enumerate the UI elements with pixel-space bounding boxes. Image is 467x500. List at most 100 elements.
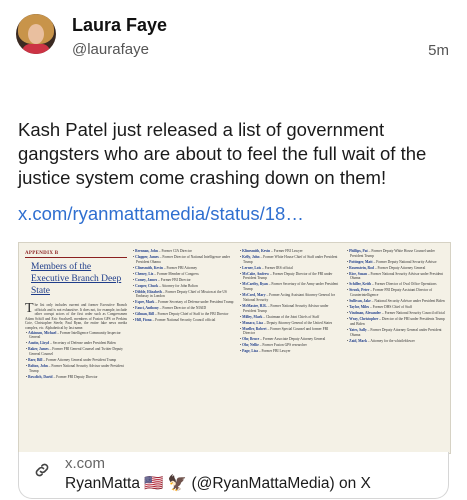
intro-dropcap: T bbox=[25, 301, 34, 316]
post-link[interactable]: x.com/ryanmattamedia/status/18… bbox=[18, 203, 304, 225]
entry-description: – Former National Security Council offic… bbox=[381, 311, 445, 316]
entry-description: – Secretary of Defense under President B… bbox=[50, 341, 116, 346]
entry-name: Austin, Lloyd bbox=[28, 341, 50, 346]
entry-name: Rosenstein, Rod bbox=[349, 265, 374, 270]
entry-name: McMaster, H.R. bbox=[242, 303, 267, 308]
entry-item: • McMaster, H.R. – Former National Secur… bbox=[240, 303, 329, 313]
entry-name: Page, Lisa bbox=[242, 349, 258, 354]
entry-item: • Fauci, Anthony – Former Director of th… bbox=[133, 306, 207, 311]
post-timestamp: 5m bbox=[428, 42, 449, 59]
entry-name: McCarthy, Ryan bbox=[242, 282, 268, 287]
entry-item: • Mueller, Robert – Former Special Couns… bbox=[240, 326, 329, 336]
entry-item: • Kelly, John – Former White House Chief… bbox=[240, 255, 338, 264]
entry-name: Wray, Christopher bbox=[349, 317, 379, 322]
document-title: Members of the Executive Branch Deep Sta… bbox=[31, 262, 122, 296]
entry-list: • Phillips, Pat – Former Deputy White Ho… bbox=[346, 249, 448, 343]
post-text: Kash Patel just released a list of gover… bbox=[18, 119, 427, 188]
entry-name: Rice, Susan bbox=[349, 271, 367, 276]
entry-name: Baker, James bbox=[28, 347, 49, 352]
entry-name: Clinesmith, Kevin bbox=[135, 265, 163, 270]
author-name[interactable]: Laura Faye bbox=[72, 15, 167, 36]
entry-item: • Clapper, James – Former Director of Na… bbox=[133, 255, 230, 264]
entry-description: – Former IRS official bbox=[261, 265, 293, 270]
entry-item: • Hill, Fiona – Former National Security… bbox=[133, 318, 216, 323]
entry-name: Taylor, Miles bbox=[349, 305, 370, 310]
entry-name: Ohr, Bruce bbox=[242, 337, 260, 342]
document-column: • Phillips, Pat – Former Deputy White Ho… bbox=[346, 249, 448, 449]
entry-name: Brennan, John bbox=[135, 249, 158, 253]
entry-item: • Zaid, Mark – Attorney for the whistleb… bbox=[347, 338, 415, 343]
entry-item: • Vindman, Alexander – Former National S… bbox=[347, 311, 445, 316]
entry-description: – Former DHS Chief of Staff bbox=[369, 305, 412, 310]
entry-description: – Former FBI Director bbox=[158, 277, 191, 282]
entry-description: – Former Director of Oval Office Operati… bbox=[371, 282, 437, 287]
entry-name: Clapper, James bbox=[135, 255, 159, 259]
entry-name: Cooper, Chuck bbox=[135, 283, 159, 288]
entry-item: • Wray, Christopher – Director of the FB… bbox=[347, 317, 445, 326]
entry-item: • Klinesmith, Kevin – Former FBI Lawyer bbox=[240, 249, 303, 253]
entry-name: Bowdich, David bbox=[28, 374, 53, 379]
entry-item: • Monaco, Lisa – Deputy Attorney General… bbox=[240, 320, 333, 325]
entry-description: – Former Attorney General under Presiden… bbox=[43, 357, 117, 362]
link-preview-card[interactable]: x.com RyanMatta 🇺🇸 🦅 (@RyanMattaMedia) o… bbox=[18, 452, 449, 499]
entry-description: – Former Secretary of Defense under Pres… bbox=[155, 300, 234, 305]
entry-item: • McCarthy, Ryan – Former Secretary of t… bbox=[240, 282, 339, 292]
entry-name: Bolton, John bbox=[28, 363, 48, 368]
entry-item: • Baker, James – Former FBI General Coun… bbox=[26, 347, 123, 356]
entry-name: Vindman, Alexander bbox=[349, 311, 381, 316]
entry-name: Lerner, Lois bbox=[242, 265, 262, 270]
entry-item: • Taylor, Miles – Former DHS Chief of St… bbox=[347, 305, 412, 310]
entry-description: – Former Director of the NIAID bbox=[159, 306, 207, 311]
link-card-title: RyanMatta 🇺🇸 🦅 (@RyanMattaMedia) on X bbox=[65, 475, 371, 492]
entry-description: – Former Deputy Attorney General bbox=[374, 265, 426, 270]
entry-item: • Austin, Lloyd – Secretary of Defense u… bbox=[26, 341, 116, 346]
document-intro: The list only includes current and forme… bbox=[25, 301, 127, 331]
entry-description: – Attorney for the whistleblower bbox=[367, 338, 415, 343]
link-card-domain: x.com bbox=[65, 455, 106, 472]
entry-name: Gilman, Bill bbox=[135, 312, 154, 317]
entry-description: – Deputy Attorney General of the United … bbox=[263, 320, 333, 325]
entry-name: Strzok, Peter bbox=[349, 288, 370, 293]
entry-item: • Rice, Susan – Former National Security… bbox=[347, 271, 443, 281]
avatar[interactable] bbox=[16, 14, 56, 54]
entry-name: Ohr, Nellie bbox=[242, 343, 259, 348]
entry-description: – Former National Security Council offic… bbox=[152, 318, 216, 323]
entry-name: Hill, Fiona bbox=[135, 318, 152, 323]
entry-item: • Lerner, Lois – Former IRS official bbox=[240, 265, 293, 270]
entry-name: Phillips, Pat bbox=[349, 249, 368, 253]
entry-description: – Former Deputy National Security Adviso… bbox=[373, 259, 437, 264]
entry-name: Atkinson, Michael bbox=[28, 330, 57, 335]
entry-description: – Former FBI Deputy Director bbox=[53, 374, 98, 379]
entry-description: – Attorney for John Bolton bbox=[159, 283, 198, 288]
entry-description: – Former Associate Deputy Attorney Gener… bbox=[260, 337, 326, 342]
entry-name: Yates, Sally bbox=[349, 327, 367, 332]
document-column: • Klinesmith, Kevin – Former FBI Lawyer •… bbox=[239, 249, 341, 449]
entry-name: Dibble, Elizabeth bbox=[135, 289, 162, 294]
entry-description: – Former FBI Lawyer bbox=[258, 349, 291, 354]
entry-name: McCabe, Andrew bbox=[242, 271, 270, 276]
entry-list: • Klinesmith, Kevin – Former FBI Lawyer •… bbox=[239, 249, 341, 354]
link-icon bbox=[35, 463, 49, 477]
embedded-image[interactable]: APPENDIX B Members of the Executive Bran… bbox=[18, 242, 451, 454]
entry-item: • Rosenstein, Rod – Former Deputy Attorn… bbox=[347, 265, 426, 270]
entry-item: • McCabe, Andrew – Former Deputy Directo… bbox=[240, 271, 333, 281]
entry-description: – Former FBI Lawyer bbox=[271, 249, 303, 253]
entry-name: Mueller, Robert bbox=[242, 326, 267, 331]
entry-list: • Brennan, John – Former CIA Director • C… bbox=[132, 249, 234, 323]
entry-name: Pottinger, Matt bbox=[349, 259, 373, 264]
entry-name: Esper, Mark bbox=[135, 300, 155, 305]
entry-item: • Barr, Bill – Former Attorney General u… bbox=[26, 357, 117, 362]
entry-name: Fauci, Anthony bbox=[135, 306, 159, 311]
entry-name: Sullivan, Jake bbox=[349, 299, 371, 304]
document-column: APPENDIX B Members of the Executive Bran… bbox=[25, 249, 127, 449]
entry-description: – Former Member of Congress bbox=[154, 271, 199, 276]
entry-item: • Cheney, Liz – Former Member of Congres… bbox=[133, 271, 199, 276]
entry-name: Comey, James bbox=[135, 277, 158, 282]
entry-item: • Atkinson, Michael – Former Intelligenc… bbox=[26, 330, 121, 340]
entry-name: Cheney, Liz bbox=[135, 271, 154, 276]
entry-item: • Brennan, John – Former CIA Director bbox=[133, 249, 192, 253]
entry-description: – Former FBI Attorney bbox=[163, 265, 198, 270]
entry-item: • Milley, Mark – Chairman of the Joint C… bbox=[240, 314, 320, 319]
author-handle[interactable]: @laurafaye bbox=[72, 41, 149, 58]
entry-item: • Bolton, John – Former National Securit… bbox=[26, 363, 124, 373]
